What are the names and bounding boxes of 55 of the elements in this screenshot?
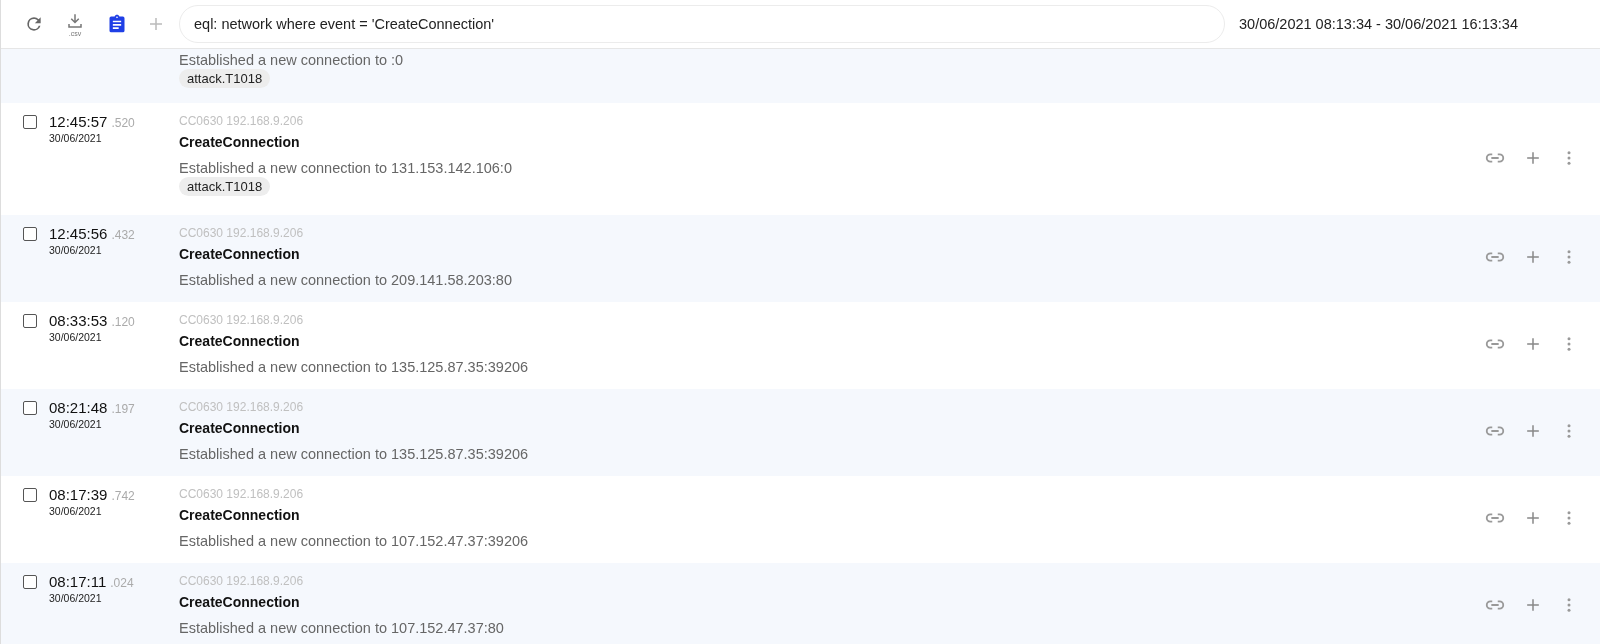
event-title: CreateConnection [179,593,300,612]
event-host: CC0630 192.168.9.206 [179,573,304,589]
event-row[interactable]: 08:17:11 .024 30/06/2021 CC0630 192.168.9.206 CreateConnection Established a new connection to 107.152.47.37:80 [1,563,1600,644]
event-host: CC0630 192.168.9.206 [179,113,304,129]
event-milliseconds: .197 [111,402,135,416]
event-row[interactable]: 12:45:56 .432 30/06/2021 CC0630 192.168.9.206 CreateConnection Established a new connection to 209.141.58.203:80 [1,215,1600,302]
event-time: 12:45:57 [49,113,108,130]
event-row[interactable]: Established a new connection to :0 attack.T1018 [1,49,1600,103]
checkbox[interactable] [23,488,37,502]
event-description: Established a new connection to :0 [179,51,404,69]
event-date: 30/06/2021 [49,592,103,605]
tag-chip[interactable]: attack.T1018 [179,177,271,196]
event-description: Established a new connection to 131.153.142.106:0 [179,159,512,177]
add-icon[interactable] [147,15,165,33]
checkbox[interactable] [23,227,37,241]
checkbox[interactable] [23,115,37,129]
download-icon [66,11,84,30]
event-description: Established a new connection to 209.141.58.203:80 [179,271,512,289]
search-field[interactable]: eql: network where event = 'CreateConnection' [179,5,1225,43]
event-milliseconds: .024 [110,576,134,590]
event-row[interactable]: 08:21:48 .197 30/06/2021 CC0630 192.168.9.206 CreateConnection Established a new connection to 135.125.87.35:39206 [1,389,1600,476]
event-description: Established a new connection to 107.152.47.37:80 [179,619,504,637]
event-milliseconds: .742 [111,489,135,503]
checkbox[interactable] [23,401,37,415]
event-date: 30/06/2021 [49,244,103,257]
event-milliseconds: .520 [111,116,135,130]
event-milliseconds: .120 [111,315,135,329]
event-time: 08:17:39 [49,486,108,503]
event-host: CC0630 192.168.9.206 [179,312,304,328]
event-title: CreateConnection [179,245,300,264]
tag-chip[interactable]: attack.T1018 [179,69,271,88]
event-title: CreateConnection [179,506,300,525]
event-time: 12:45:56 [49,225,108,242]
event-description: Established a new connection to 135.125.87.35:39206 [179,445,529,463]
clipboard-icon[interactable] [107,13,127,35]
event-title: CreateConnection [179,133,300,152]
refresh-icon[interactable] [24,14,44,34]
event-date: 30/06/2021 [49,331,103,344]
checkbox[interactable] [23,314,37,328]
event-host: CC0630 192.168.9.206 [179,225,304,241]
time-range[interactable]: 30/06/2021 08:13:34 - 30/06/2021 16:13:34 [1239,16,1518,32]
event-milliseconds: .432 [111,228,135,242]
event-description: Established a new connection to 135.125.87.35:39206 [179,358,529,376]
event-time: 08:33:53 [49,312,108,329]
event-time: 08:17:11 [49,573,107,590]
event-title: CreateConnection [179,332,300,351]
event-host: CC0630 192.168.9.206 [179,399,304,415]
event-date: 30/06/2021 [49,418,103,431]
checkbox[interactable] [23,575,37,589]
event-time: 08:21:48 [49,399,108,416]
event-date: 30/06/2021 [49,505,103,518]
event-host: CC0630 192.168.9.206 [179,486,304,502]
event-title: CreateConnection [179,419,300,438]
event-description: Established a new connection to 107.152.47.37:39206 [179,532,529,550]
event-date: 30/06/2021 [49,132,103,145]
